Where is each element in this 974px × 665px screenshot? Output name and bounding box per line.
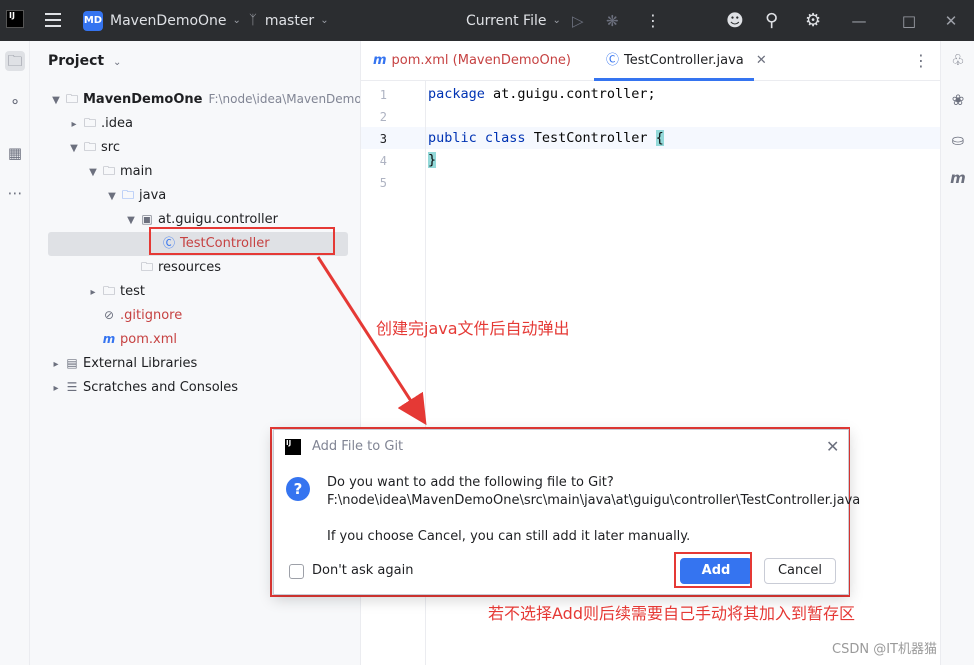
dont-ask-label[interactable]: Don't ask again [312,563,413,578]
dialog-title: Add File to Git [312,439,404,454]
dialog-file-path: F:\node\idea\MavenDemoOne\src\main\java\… [327,493,861,508]
add-file-to-git-dialog: IJ Add File to Git ✕ ? Do you want to ad… [273,429,860,595]
watermark: CSDN @IT机器猫 [832,642,937,657]
dialog-note: If you choose Cancel, you can still add … [327,529,691,544]
cancel-button[interactable]: Cancel [764,558,836,584]
intellij-logo-icon: IJ [285,439,301,455]
dialog-question: Do you want to add the following file to… [327,475,614,490]
annotation-auto-popup: 创建完java文件后自动弹出 [376,319,570,338]
add-button-highlight [674,552,752,588]
dont-ask-checkbox[interactable] [289,564,304,579]
annotation-add-hint: 若不选择Add则后续需要自己手动将其加入到暂存区 [488,604,855,623]
close-icon[interactable]: ✕ [826,437,839,456]
question-icon: ? [286,477,310,501]
